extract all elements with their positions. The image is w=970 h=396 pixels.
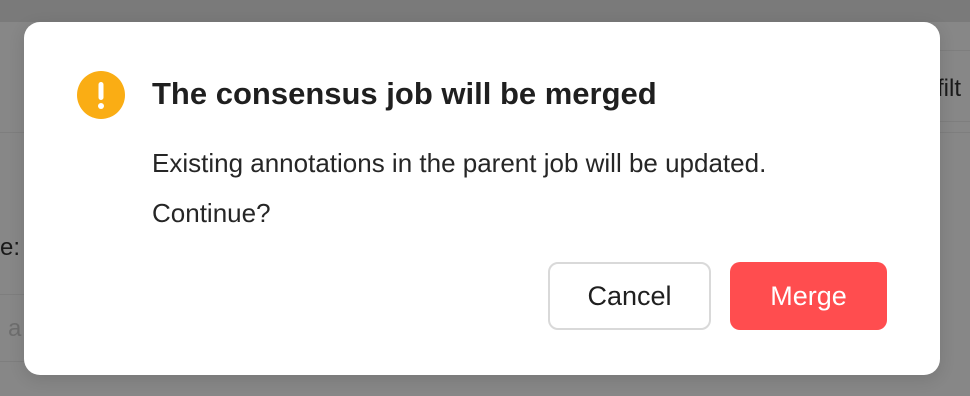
background-filter-label: filt: [937, 75, 961, 102]
background-header: [0, 0, 970, 22]
dialog-message-line: Existing annotations in the parent job w…: [152, 148, 767, 178]
dialog-message: Existing annotations in the parent job w…: [152, 138, 912, 238]
background-input-placeholder: a: [8, 315, 22, 342]
confirm-merge-dialog: The consensus job will be merged Existin…: [24, 22, 940, 375]
dialog-title: The consensus job will be merged: [152, 76, 657, 111]
background-field-label: e:: [0, 234, 21, 261]
merge-button[interactable]: Merge: [730, 262, 887, 330]
cancel-button[interactable]: Cancel: [548, 262, 711, 330]
exclamation-circle-icon: [77, 71, 125, 119]
dialog-message-line: Continue?: [152, 198, 271, 228]
